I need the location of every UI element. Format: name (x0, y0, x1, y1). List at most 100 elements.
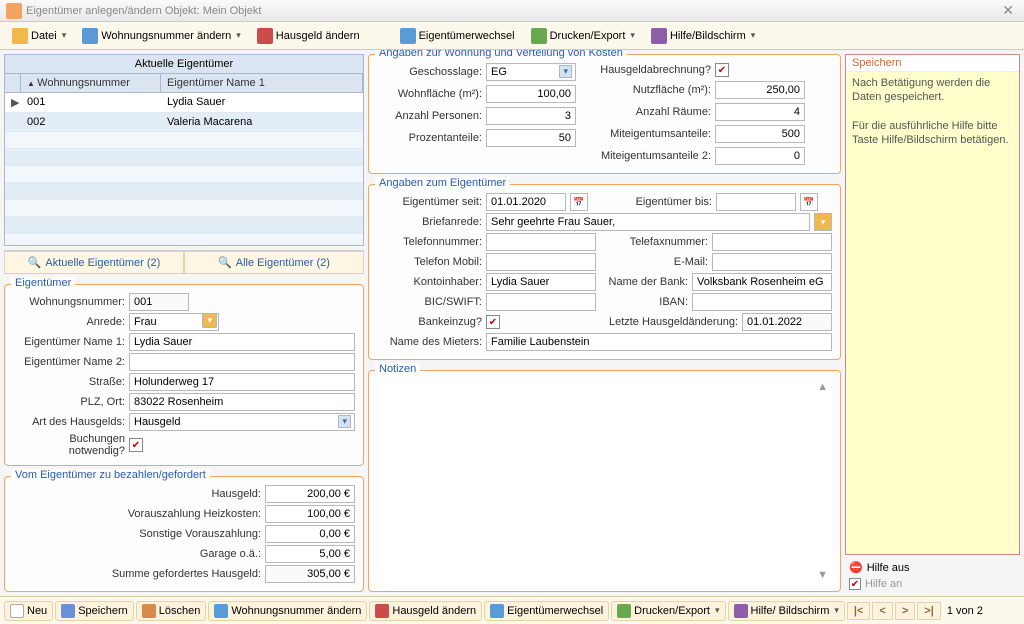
bis-field[interactable] (716, 193, 796, 211)
proz-field[interactable] (486, 129, 576, 147)
bottom-toolbar: Neu Speichern Löschen Wohnungsnummer änd… (0, 596, 1024, 624)
search-icon: 🔍 (28, 256, 42, 269)
col-wohnungsnummer[interactable]: Wohnungsnummer (21, 74, 161, 92)
flaeche-field[interactable] (486, 85, 576, 103)
bic-field[interactable] (486, 293, 596, 311)
mea2-field[interactable] (715, 147, 805, 165)
check-icon: ✔ (849, 578, 861, 590)
swap-icon (490, 604, 504, 618)
garage-field[interactable] (265, 545, 355, 563)
tab-alle[interactable]: 🔍Alle Eigentümer (2) (184, 251, 364, 274)
menu-hausgeld[interactable]: Hausgeld ändern (251, 26, 366, 46)
sonst-field[interactable] (265, 525, 355, 543)
wnum-field[interactable] (129, 293, 189, 311)
folder-icon (12, 28, 28, 44)
drucken-button[interactable]: Drucken/Export (611, 601, 725, 621)
pay-fieldset: Vom Eigentümer zu bezahlen/gefordert Hau… (4, 476, 364, 592)
pager-label: 1 von 2 (947, 605, 983, 617)
calendar-icon[interactable]: 📅 (800, 193, 818, 211)
table-row[interactable]: 002 Valeria Macarena (5, 113, 363, 132)
menu-datei[interactable]: Datei (6, 26, 72, 46)
col-name[interactable]: Eigentümer Name 1 (161, 74, 363, 92)
nav-prev[interactable]: < (872, 602, 892, 620)
eigentuemer-fieldset: Angaben zum Eigentümer Eigentümer seit:📅… (368, 184, 841, 360)
tel-field[interactable] (486, 233, 596, 251)
table-row[interactable]: ▶ 001 Lydia Sauer (5, 93, 363, 113)
strasse-field[interactable] (129, 373, 355, 391)
mobil-field[interactable] (486, 253, 596, 271)
close-icon[interactable]: ✕ (998, 2, 1018, 19)
hilfe-an-button[interactable]: ✔Hilfe an (845, 576, 1020, 592)
wechsel-button[interactable]: Eigentümerwechsel (484, 601, 609, 621)
nav-first[interactable]: |< (847, 602, 871, 620)
row-marker-icon: ▶ (5, 93, 21, 112)
swap-icon (400, 28, 416, 44)
money-icon (375, 604, 389, 618)
hilfe-aus-button[interactable]: ⛔Hilfe aus (845, 559, 1020, 576)
hilfe-button[interactable]: Hilfe/ Bildschirm (728, 601, 845, 621)
raum-field[interactable] (715, 103, 805, 121)
plz-field[interactable] (129, 393, 355, 411)
nav-next[interactable]: > (895, 602, 915, 620)
menu-wechsel[interactable]: Eigentümerwechsel (394, 26, 521, 46)
hausgeld-button[interactable]: Hausgeld ändern (369, 601, 482, 621)
scroll-icon[interactable]: ▲▼ (817, 381, 828, 581)
seit-field[interactable] (486, 193, 566, 211)
mea-field[interactable] (715, 125, 805, 143)
speichern-button[interactable]: Speichern (55, 601, 134, 621)
people-icon (214, 604, 228, 618)
hausgeld-field[interactable] (265, 485, 355, 503)
new-icon (10, 604, 24, 618)
mieter-field[interactable] (486, 333, 832, 351)
grid-header: Wohnungsnummer Eigentümer Name 1 (5, 74, 363, 93)
titlebar: Eigentümer anlegen/ändern Objekt: Mein O… (0, 0, 1024, 22)
nutz-field[interactable] (715, 81, 805, 99)
help-title: Speichern (846, 55, 1019, 72)
pers-field[interactable] (486, 107, 576, 125)
wnum-button[interactable]: Wohnungsnummer ändern (208, 601, 367, 621)
anrede-field[interactable] (129, 313, 219, 331)
disk-icon (61, 604, 75, 618)
iban-field[interactable] (692, 293, 832, 311)
nav-last[interactable]: >| (917, 602, 941, 620)
x-icon: ⛔ (849, 561, 863, 574)
printer-icon (531, 28, 547, 44)
brief-field[interactable] (486, 213, 810, 231)
bank-field[interactable] (692, 273, 832, 291)
notiz-fieldset: Notizen ▲▼ (368, 370, 841, 592)
trash-icon (142, 604, 156, 618)
owner-fieldset: Eigentümer Wohnungsnummer: Anrede: Eigen… (4, 284, 364, 466)
grid-title: Aktuelle Eigentümer (5, 55, 363, 74)
letzte-field (742, 313, 832, 331)
wohnung-fieldset: Angaben zur Wohnung und Verteilung von K… (368, 54, 841, 174)
owners-grid: Aktuelle Eigentümer Wohnungsnummer Eigen… (4, 54, 364, 246)
abr-checkbox[interactable]: ✔ (715, 63, 729, 77)
name1-field[interactable] (129, 333, 355, 351)
window-title: Eigentümer anlegen/ändern Objekt: Mein O… (26, 5, 998, 17)
notiz-textarea[interactable] (377, 377, 832, 585)
einzug-checkbox[interactable]: ✔ (486, 315, 500, 329)
menu-hilfe[interactable]: Hilfe/Bildschirm (645, 26, 761, 46)
top-toolbar: Datei Wohnungsnummer ändern Hausgeld änd… (0, 22, 1024, 50)
name2-field[interactable] (129, 353, 355, 371)
tab-aktuelle[interactable]: 🔍Aktuelle Eigentümer (2) (4, 251, 184, 274)
buch-checkbox[interactable]: ✔ (129, 438, 143, 452)
art-field[interactable] (129, 413, 355, 431)
pick-icon[interactable]: ▾ (814, 213, 832, 231)
menu-wohnungsnummer[interactable]: Wohnungsnummer ändern (76, 26, 247, 46)
loeschen-button[interactable]: Löschen (136, 601, 207, 621)
neu-button[interactable]: Neu (4, 601, 53, 621)
heizkosten-field[interactable] (265, 505, 355, 523)
help-body: Nach Betätigung werden die Daten gespeic… (846, 72, 1019, 554)
email-field[interactable] (712, 253, 832, 271)
grid-tabs: 🔍Aktuelle Eigentümer (2) 🔍Alle Eigentüme… (4, 250, 364, 274)
konto-field[interactable] (486, 273, 596, 291)
summe-field (265, 565, 355, 583)
lage-field[interactable] (486, 63, 576, 81)
calendar-icon[interactable]: 📅 (570, 193, 588, 211)
fax-field[interactable] (712, 233, 832, 251)
printer-icon (617, 604, 631, 618)
book-icon (651, 28, 667, 44)
help-panel: Speichern Nach Betätigung werden die Dat… (845, 54, 1020, 555)
menu-drucken[interactable]: Drucken/Export (525, 26, 641, 46)
